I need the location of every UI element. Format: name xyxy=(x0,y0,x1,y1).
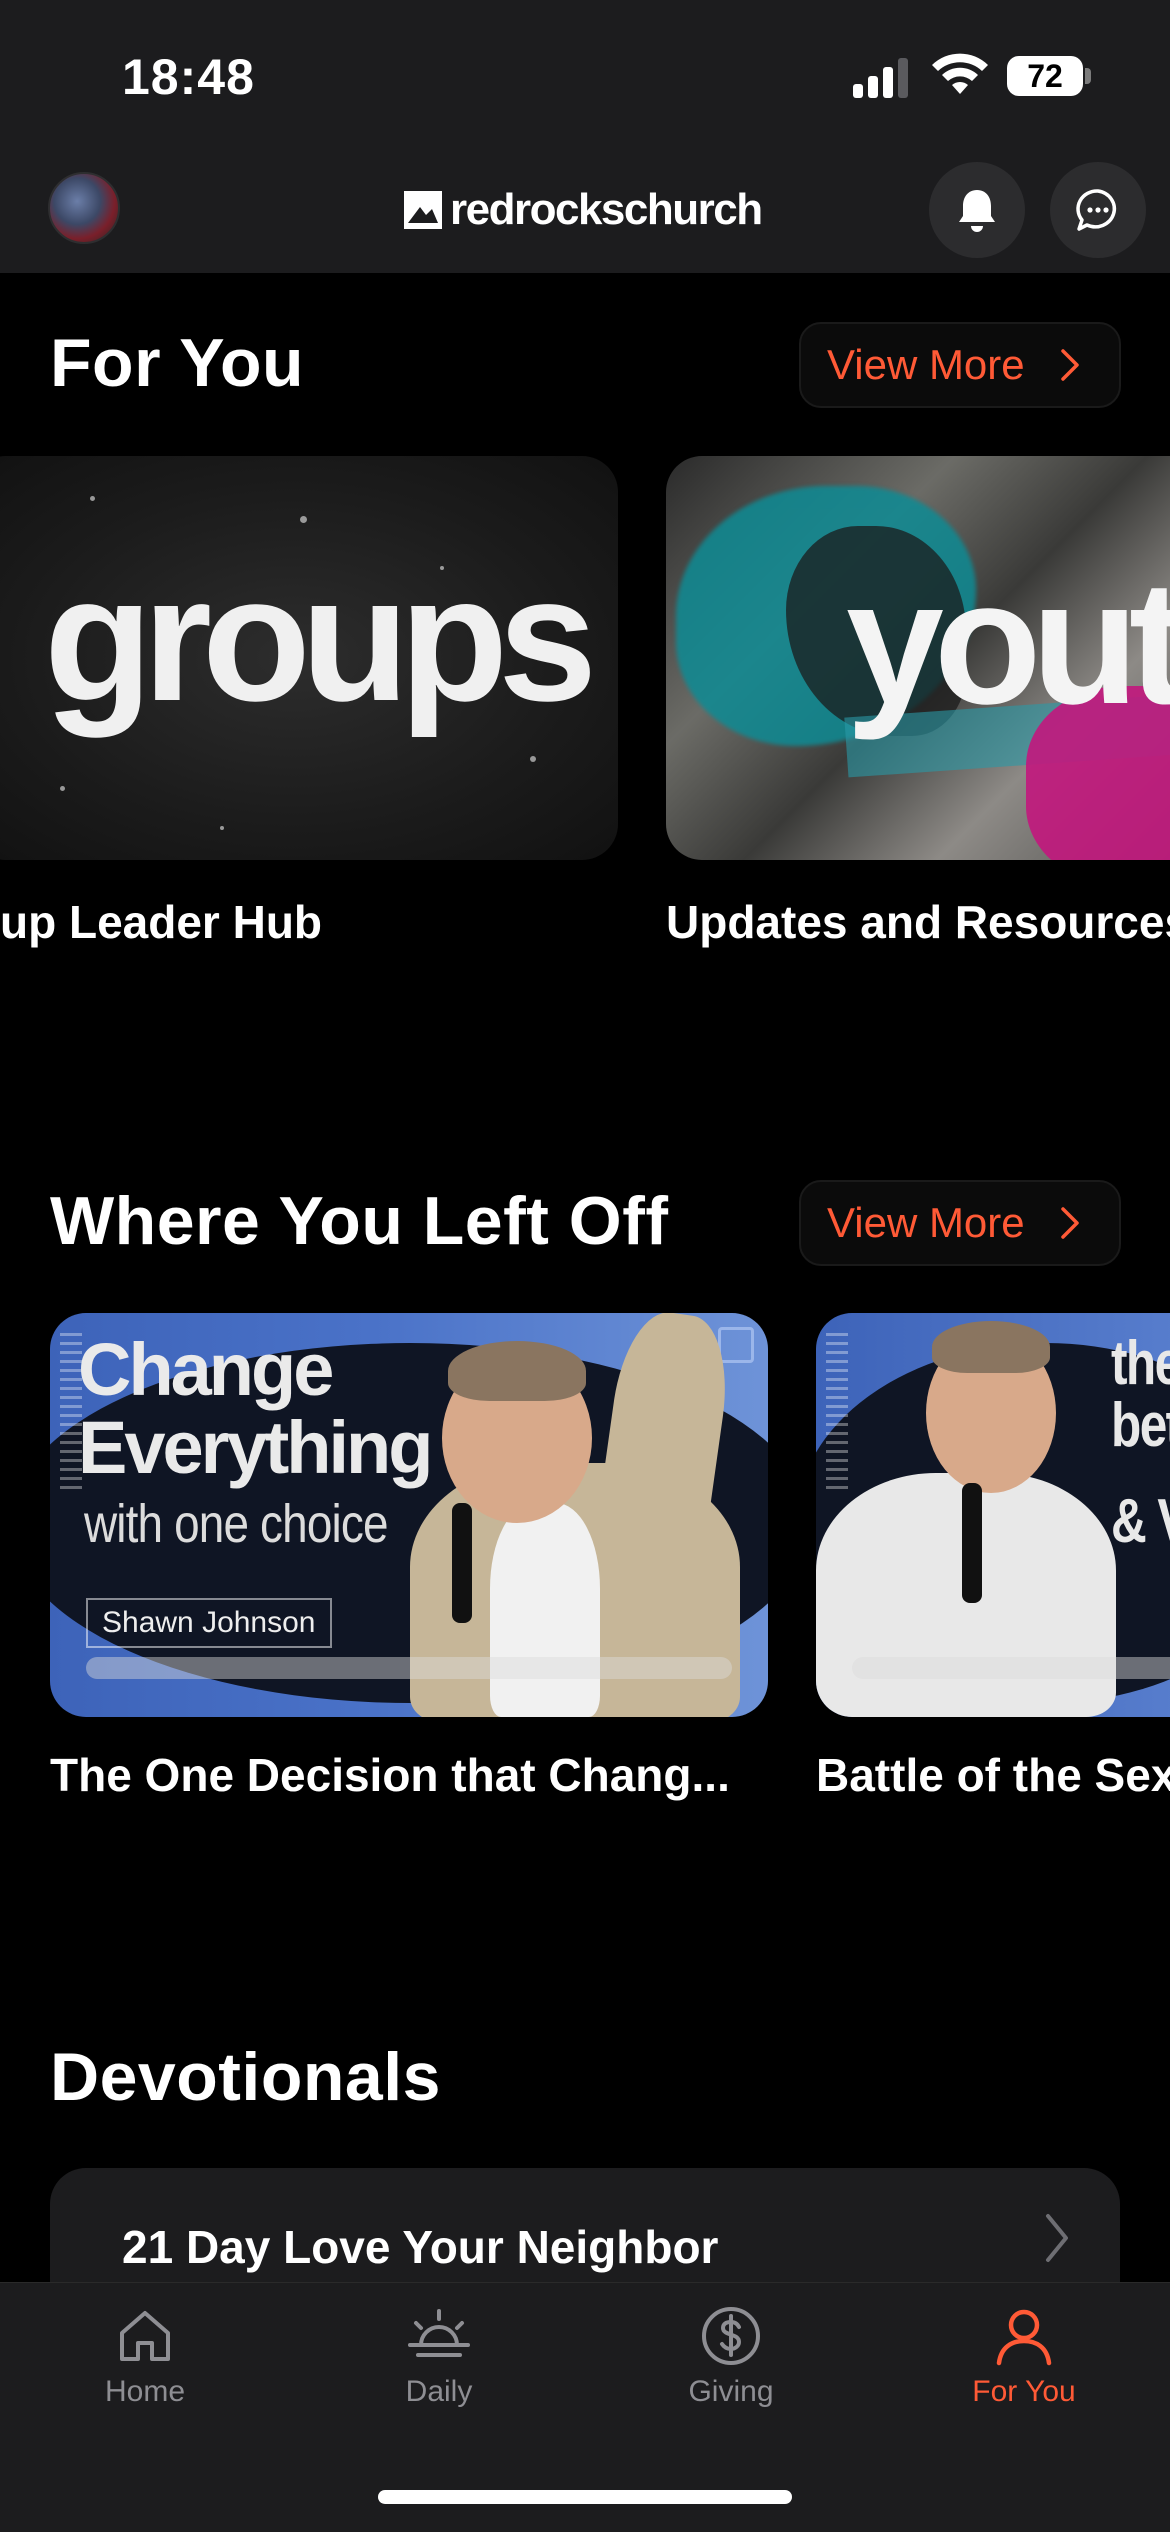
left-off-section-title: Where You Left Off xyxy=(50,1183,669,1259)
sermon-card[interactable]: the bet & V xyxy=(816,1313,1170,1717)
sermon-artwork-title: the bet & V xyxy=(1111,1333,1170,1553)
artwork-stripes xyxy=(826,1333,848,1493)
messages-button[interactable] xyxy=(1050,162,1146,258)
texture-speck xyxy=(90,496,95,501)
speaker-shirt xyxy=(490,1503,600,1717)
artwork-title-line: Change xyxy=(78,1328,334,1411)
youth-card-caption: Updates and Resources xyxy=(666,896,1170,948)
tab-home[interactable]: Home xyxy=(35,2305,255,2409)
texture-speck xyxy=(60,786,65,791)
artwork-title-line: the xyxy=(1111,1329,1170,1398)
devotional-label: 21 Day Love Your Neighbor xyxy=(122,2221,719,2273)
sermon-card-caption: Battle of the Sex xyxy=(816,1749,1170,1801)
cellular-signal-icon xyxy=(853,58,908,98)
youth-artwork-text: youth xyxy=(846,545,1170,741)
battery-cap xyxy=(1085,68,1091,84)
avatar[interactable] xyxy=(48,172,120,244)
microphone xyxy=(962,1483,982,1603)
chevron-right-icon xyxy=(1046,2214,1068,2262)
progress-bar xyxy=(852,1657,1170,1679)
chat-bubble-icon xyxy=(1076,189,1117,231)
youth-card[interactable]: youth xyxy=(666,456,1170,860)
home-icon xyxy=(120,2311,170,2361)
chevron-right-icon xyxy=(1060,1207,1079,1239)
tab-for-you[interactable]: For You xyxy=(914,2305,1134,2409)
sermon-artwork-subtitle: with one choice xyxy=(84,1494,388,1554)
tab-label: Giving xyxy=(688,2375,774,2408)
church-logo: redrockschurch xyxy=(404,180,763,240)
tab-daily[interactable]: Daily xyxy=(329,2305,549,2409)
artwork-title-line: & V xyxy=(1111,1487,1170,1556)
wifi-icon xyxy=(932,53,988,94)
devotionals-section-title: Devotionals xyxy=(50,2039,441,2115)
chevron-right-icon xyxy=(1060,349,1079,381)
tab-label: Daily xyxy=(405,2375,473,2408)
for-you-view-more-button[interactable]: View More xyxy=(799,322,1121,408)
dollar-icon xyxy=(702,2307,760,2365)
progress-bar xyxy=(86,1657,732,1679)
tab-giving[interactable]: Giving xyxy=(621,2305,841,2409)
sermon-card-caption: The One Decision that Chang... xyxy=(50,1749,730,1801)
texture-speck xyxy=(300,516,307,523)
speaker-hair xyxy=(932,1321,1050,1373)
groups-card[interactable]: groups xyxy=(0,456,618,860)
speaker-hair xyxy=(448,1341,586,1401)
logo-text: redrockschurch xyxy=(450,185,763,234)
tab-label: Home xyxy=(104,2375,186,2408)
for-you-section-title: For You xyxy=(50,325,305,401)
sermon-artwork-title: Change Everything xyxy=(78,1328,433,1489)
corner-logo-icon xyxy=(718,1327,754,1363)
microphone xyxy=(452,1503,472,1623)
notifications-button[interactable] xyxy=(929,162,1025,258)
status-bar: 18:48 72 xyxy=(0,0,1170,150)
sunrise-icon xyxy=(408,2309,470,2357)
texture-speck xyxy=(220,826,224,830)
logo-mark-icon xyxy=(404,191,442,229)
sermon-artwork-speaker: Shawn Johnson xyxy=(86,1598,332,1648)
bell-icon xyxy=(959,190,995,232)
texture-speck xyxy=(530,756,536,762)
view-more-label: View More xyxy=(827,341,1025,388)
groups-card-caption: up Leader Hub xyxy=(0,896,323,948)
battery-indicator: 72 xyxy=(1007,56,1083,96)
left-off-view-more-button[interactable]: View More xyxy=(799,1180,1121,1266)
tab-label: For You xyxy=(972,2375,1076,2408)
status-time: 18:48 xyxy=(122,49,255,105)
person-icon xyxy=(996,2309,1052,2366)
home-indicator[interactable] xyxy=(378,2490,792,2504)
view-more-label: View More xyxy=(827,1199,1025,1246)
app-header: redrockschurch xyxy=(0,150,1170,273)
artwork-title-line: Everything xyxy=(78,1406,433,1489)
sermon-card[interactable]: Change Everything with one choice Shawn … xyxy=(50,1313,768,1717)
groups-artwork-text: groups xyxy=(44,539,597,738)
artwork-title-line: bet xyxy=(1111,1391,1170,1460)
